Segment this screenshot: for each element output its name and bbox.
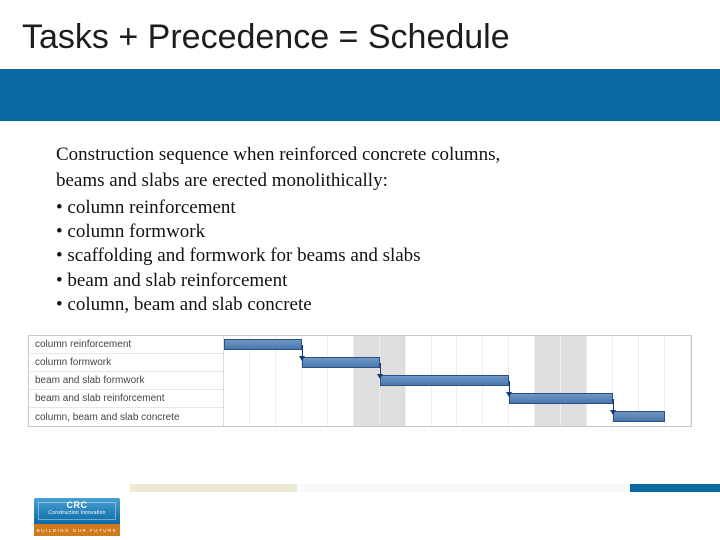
gantt-bar — [380, 375, 510, 386]
bullet-item: • beam and slab reinforcement — [56, 269, 664, 293]
gantt-timeline — [224, 336, 691, 426]
bullet-item: • column reinforcement — [56, 196, 664, 220]
logo-crc-text: CRC — [34, 498, 120, 510]
page-title: Tasks + Precedence = Schedule — [22, 18, 698, 57]
gantt-chart: column reinforcement column formwork bea… — [28, 335, 692, 427]
header-bar — [0, 69, 720, 121]
logo-sub-text: Construction Innovation — [34, 510, 120, 516]
intro-line: Construction sequence when reinforced co… — [56, 143, 664, 167]
gantt-label-row: column, beam and slab concrete — [29, 408, 223, 426]
gantt-label-row: column formwork — [29, 354, 223, 372]
title-block: Tasks + Precedence = Schedule — [0, 0, 720, 69]
bullet-item: • scaffolding and formwork for beams and… — [56, 244, 664, 268]
bullet-item: • column formwork — [56, 220, 664, 244]
gantt-bar — [613, 411, 665, 422]
gantt-bar — [509, 393, 613, 404]
gantt-labels: column reinforcement column formwork bea… — [29, 336, 224, 426]
gantt-bar — [224, 339, 302, 350]
crc-logo: CRC Construction Innovation BUILDING OUR… — [34, 498, 120, 536]
gantt-label-row: beam and slab formwork — [29, 372, 223, 390]
gantt-label-row: column reinforcement — [29, 336, 223, 354]
footer: CRC Construction Innovation BUILDING OUR… — [0, 478, 720, 540]
logo-tagline: BUILDING OUR FUTURE — [37, 528, 118, 533]
footer-stripe — [130, 484, 720, 492]
gantt-bar — [302, 357, 380, 368]
bullet-item: • column, beam and slab concrete — [56, 293, 664, 317]
intro-line: beams and slabs are erected monolithical… — [56, 169, 664, 193]
body-text: Construction sequence when reinforced co… — [0, 121, 720, 327]
gantt-label-row: beam and slab reinforcement — [29, 390, 223, 408]
